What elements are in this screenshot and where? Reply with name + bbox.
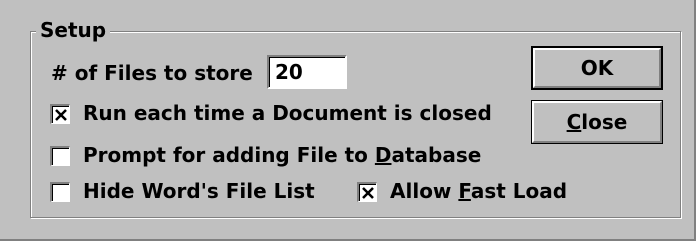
files-to-store-input[interactable]: 20	[267, 55, 347, 89]
setup-group-title: Setup	[36, 17, 111, 43]
prompt-adding-label[interactable]: Prompt for adding File to Database	[83, 142, 481, 168]
allow-fast-load-checkbox[interactable]	[357, 182, 377, 202]
run-each-time-checkbox[interactable]	[50, 104, 70, 124]
hide-file-list-label[interactable]: Hide Word's File List	[83, 178, 315, 204]
run-each-time-label[interactable]: Run each time a Document is closed	[83, 100, 492, 126]
check-x-icon	[362, 187, 374, 199]
close-button-label: Close	[566, 110, 628, 134]
close-button[interactable]: Close	[531, 100, 663, 144]
ok-button[interactable]: OK	[531, 46, 663, 90]
hide-file-list-checkbox[interactable]	[50, 182, 70, 202]
prompt-adding-checkbox[interactable]	[50, 146, 70, 166]
files-to-store-label: # of Files to store	[51, 61, 253, 85]
allow-fast-load-label[interactable]: Allow Fast Load	[390, 178, 567, 204]
check-x-icon	[55, 109, 67, 121]
ok-button-label: OK	[580, 56, 614, 80]
